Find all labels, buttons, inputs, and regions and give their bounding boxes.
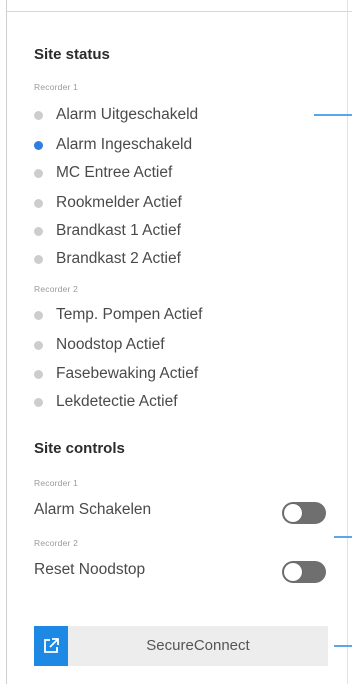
status-label: Lekdetectie Actief xyxy=(56,393,178,410)
reset-noodstop-label: Reset Noodstop xyxy=(34,561,146,578)
status-dot xyxy=(34,140,43,150)
status-dot xyxy=(34,254,43,264)
status-label: Fasebewaking Actief xyxy=(56,365,199,382)
status-item: Temp. Pompen Actief xyxy=(34,304,202,326)
toggle-knob xyxy=(284,504,302,522)
status-dot xyxy=(34,397,43,407)
alarm-schakelen-toggle[interactable] xyxy=(282,502,326,524)
status-dot xyxy=(34,369,43,379)
status-label: Brandkast 1 Actief xyxy=(56,222,181,239)
status-item: Alarm Ingeschakeld xyxy=(34,134,192,156)
status-label: Alarm Uitgeschakeld xyxy=(56,106,199,123)
status-dot xyxy=(34,340,43,350)
status-item: Brandkast 2 Actief xyxy=(34,248,181,270)
status-dot xyxy=(34,110,43,120)
reset-noodstop-toggle[interactable] xyxy=(282,561,326,583)
status-dot xyxy=(34,226,43,236)
status-item: Fasebewaking Actief xyxy=(34,363,198,385)
status-label: Alarm Ingeschakeld xyxy=(56,136,193,153)
status-item: Noodstop Actief xyxy=(34,334,165,356)
recorder-label: Recorder 1 xyxy=(34,478,79,488)
status-dot xyxy=(34,310,43,320)
controls-connector-line xyxy=(334,536,352,538)
status-item: Rookmelder Actief xyxy=(34,192,182,214)
secure-connect-label: SecureConnect xyxy=(146,637,250,654)
status-item: Alarm Uitgeschakeld xyxy=(34,104,198,126)
site-status-title: Site status xyxy=(34,46,110,63)
status-label: Brandkast 2 Actief xyxy=(56,250,181,267)
status-dot xyxy=(34,168,43,178)
status-item: Lekdetectie Actief xyxy=(34,391,178,413)
recorder-label: Recorder 2 xyxy=(34,284,79,294)
recorder-label: Recorder 1 xyxy=(34,82,79,92)
status-connector-line xyxy=(314,114,352,116)
secure-connect-button[interactable]: SecureConnect xyxy=(34,626,328,666)
status-label: Noodstop Actief xyxy=(56,336,165,353)
status-label: Rookmelder Actief xyxy=(56,194,182,211)
external-link-icon xyxy=(34,626,68,666)
site-controls-title: Site controls xyxy=(34,440,125,457)
alarm-schakelen-label: Alarm Schakelen xyxy=(34,501,152,518)
panel-top-frame xyxy=(6,0,352,12)
status-item: MC Entree Actief xyxy=(34,162,172,184)
panel-left-border xyxy=(6,0,7,684)
status-item: Brandkast 1 Actief xyxy=(34,220,181,242)
panel-right-border xyxy=(347,0,348,684)
toggle-knob xyxy=(284,563,302,581)
status-label: MC Entree Actief xyxy=(56,164,173,181)
status-label: Temp. Pompen Actief xyxy=(56,306,203,323)
connect-connector-line xyxy=(334,645,352,647)
recorder-label: Recorder 2 xyxy=(34,538,79,548)
status-dot xyxy=(34,198,43,208)
